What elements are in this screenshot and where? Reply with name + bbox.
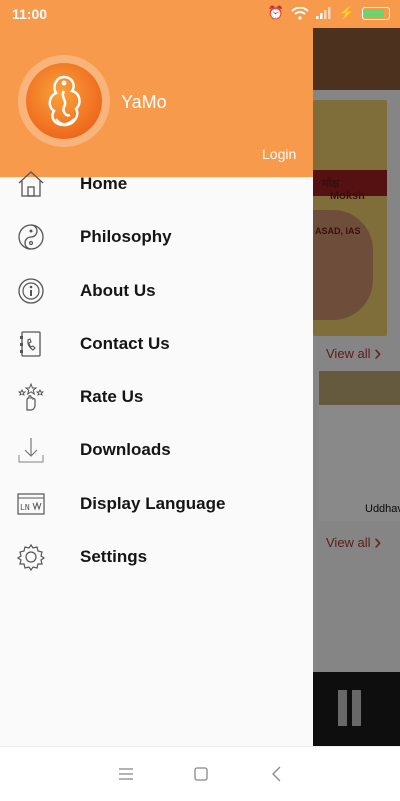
menu-item-display-language[interactable]: LN Display Language bbox=[0, 479, 313, 532]
charging-icon: ⚡ bbox=[338, 5, 355, 20]
battery-icon bbox=[362, 6, 390, 20]
avatar[interactable] bbox=[18, 55, 110, 147]
menu-item-philosophy[interactable]: Philosophy bbox=[0, 212, 313, 265]
download-icon bbox=[18, 438, 44, 464]
status-time: 11:00 bbox=[12, 6, 48, 22]
navigation-drawer: YaMo Login Home Philosophy About Us Cont… bbox=[0, 28, 313, 746]
menu-label-home: Home bbox=[80, 174, 128, 193]
drawer-menu: Home Philosophy About Us Contact Us Rate… bbox=[0, 159, 313, 585]
ganesha-logo-icon bbox=[48, 75, 81, 127]
menu-item-home[interactable]: Home bbox=[0, 159, 313, 212]
gear-icon bbox=[16, 543, 46, 572]
user-name: YaMo bbox=[121, 92, 167, 112]
drawer-header: YaMo Login bbox=[0, 28, 313, 177]
alarm-icon: ⏰ bbox=[267, 5, 284, 20]
menu-label-settings: Settings bbox=[80, 547, 148, 567]
menu-label-about-us: About Us bbox=[80, 280, 156, 300]
menu-label-philosophy: Philosophy bbox=[80, 227, 172, 247]
signal-icon bbox=[315, 7, 331, 19]
wifi-icon bbox=[291, 6, 309, 20]
menu-label-contact-us: Contact Us bbox=[80, 333, 170, 353]
menu-item-about-us[interactable]: About Us bbox=[0, 266, 313, 319]
menu-label-rate-us: Rate Us bbox=[80, 387, 144, 407]
back-icon[interactable] bbox=[268, 765, 286, 783]
home-icon bbox=[18, 171, 44, 197]
language-icon: LN bbox=[17, 493, 45, 515]
menu-item-downloads[interactable]: Downloads bbox=[0, 425, 313, 478]
menu-item-settings[interactable]: Settings bbox=[0, 532, 313, 585]
menu-item-rate-us[interactable]: Rate Us bbox=[0, 372, 313, 425]
svg-text:LN: LN bbox=[20, 503, 30, 512]
menu-label-display-language: Display Language bbox=[80, 493, 226, 513]
menu-label-downloads: Downloads bbox=[80, 440, 171, 460]
contact-phone-icon bbox=[20, 331, 41, 357]
status-bar: 11:00 ⏰ ⚡ bbox=[0, 0, 400, 28]
yin-yang-icon bbox=[18, 224, 44, 250]
rate-hand-icon bbox=[17, 382, 45, 411]
system-nav-bar bbox=[0, 746, 400, 801]
home-square-icon[interactable] bbox=[192, 765, 210, 783]
info-icon bbox=[18, 277, 44, 304]
menu-icon[interactable] bbox=[117, 765, 135, 783]
menu-item-contact-us[interactable]: Contact Us bbox=[0, 319, 313, 372]
